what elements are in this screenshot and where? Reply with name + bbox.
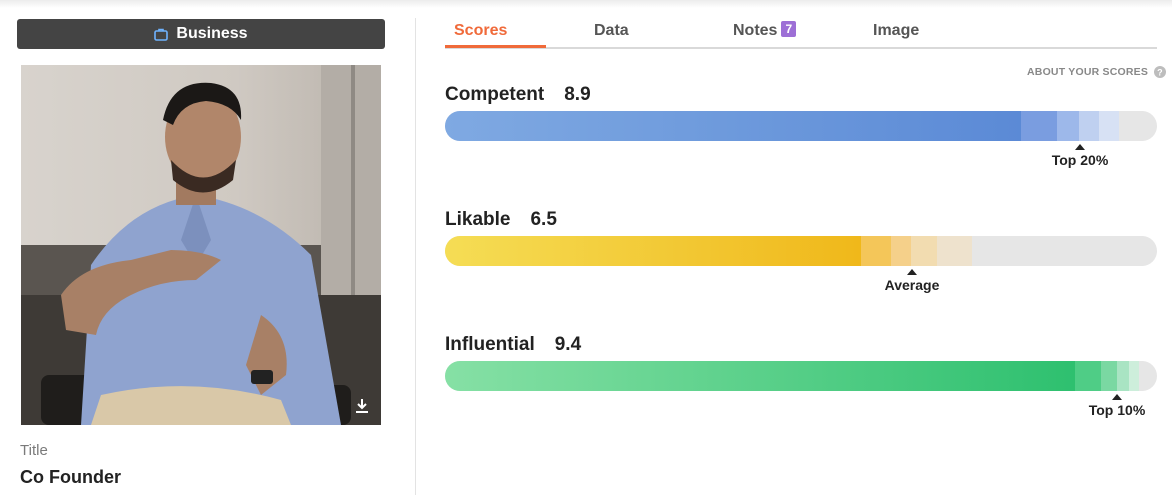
score-label: Likable: [445, 209, 511, 230]
tab-image[interactable]: Image: [873, 22, 919, 40]
bar-band: [937, 236, 972, 266]
bar-band: [1117, 361, 1129, 391]
score-label: Influential: [445, 334, 535, 355]
column-divider: [415, 18, 416, 495]
score-influential-heading: Influential 9.4: [445, 334, 581, 356]
tab-label: Data: [594, 22, 629, 39]
active-tab-indicator: [445, 45, 546, 48]
score-likable-heading: Likable 6.5: [445, 209, 557, 231]
about-scores-label: ABOUT YOUR SCORES: [1027, 66, 1149, 78]
tab-label: Image: [873, 22, 920, 39]
percentile-marker: Top 20%: [1045, 144, 1115, 168]
marker-arrow: [1112, 394, 1122, 400]
score-label: Competent: [445, 84, 545, 105]
bar-fill: [445, 236, 861, 266]
tab-scores[interactable]: Scores: [454, 22, 507, 40]
notes-count-badge: 7: [781, 21, 797, 37]
score-likable-bar: [445, 236, 1157, 266]
bar-band: [1079, 111, 1099, 141]
about-scores-link[interactable]: ABOUT YOUR SCORES ?: [1027, 66, 1167, 78]
percentile-label: Top 10%: [1088, 402, 1146, 418]
title-label: Title: [20, 442, 48, 459]
score-value: 8.9: [564, 84, 591, 105]
percentile-label: Average: [884, 277, 940, 293]
score-competent-bar: [445, 111, 1157, 141]
bar-band: [911, 236, 937, 266]
marker-arrow: [907, 269, 917, 275]
bar-band: [891, 236, 911, 266]
percentile-label: Top 20%: [1051, 152, 1109, 168]
percentile-marker: Average: [877, 269, 947, 293]
marker-arrow: [1075, 144, 1085, 150]
tab-bar: Scores Data Notes 7 Image: [445, 18, 1157, 49]
tab-notes[interactable]: Notes 7: [733, 21, 797, 40]
title-value: Co Founder: [20, 467, 121, 487]
bar-band: [1021, 111, 1057, 141]
tab-data[interactable]: Data: [594, 22, 629, 40]
bar-band: [1057, 111, 1079, 141]
profile-photo: [21, 65, 381, 425]
tab-label: Scores: [454, 22, 508, 39]
bar-band: [1129, 361, 1139, 391]
svg-text:?: ?: [1157, 68, 1163, 78]
score-influential-bar: [445, 361, 1157, 391]
tab-label: Notes: [733, 22, 778, 39]
bar-band: [1101, 361, 1117, 391]
briefcase-icon: [154, 28, 169, 41]
bar-band: [1099, 111, 1119, 141]
bar-fill: [445, 361, 1075, 391]
score-value: 6.5: [530, 209, 557, 230]
bar-band: [1075, 361, 1101, 391]
category-label: Business: [176, 25, 248, 42]
category-badge: Business: [17, 19, 385, 49]
score-competent-heading: Competent 8.9: [445, 84, 591, 106]
percentile-marker: Top 10%: [1082, 394, 1152, 418]
top-shadow: [0, 0, 1172, 8]
person-photo: [21, 65, 381, 425]
bar-band: [861, 236, 891, 266]
bar-fill: [445, 111, 1021, 141]
help-icon: ?: [1154, 66, 1167, 78]
download-icon[interactable]: [353, 397, 371, 415]
score-value: 9.4: [554, 334, 582, 355]
